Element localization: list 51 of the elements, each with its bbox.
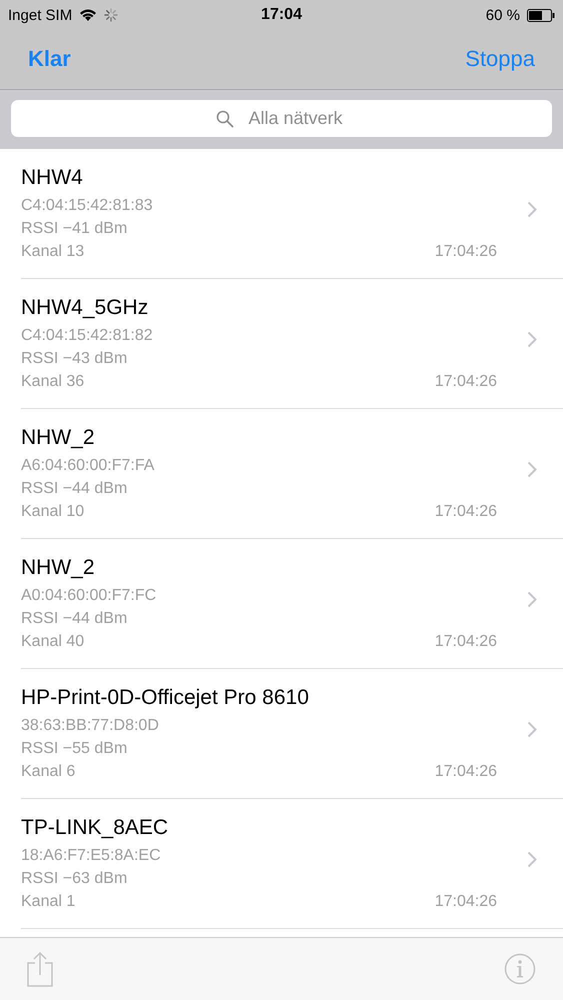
channel-text: Kanal 13 bbox=[21, 242, 84, 262]
clock: 17:04 bbox=[261, 6, 302, 24]
search-field[interactable]: Alla nätverk bbox=[11, 100, 552, 137]
carrier-label: Inget SIM bbox=[8, 6, 72, 24]
chevron-icon bbox=[527, 591, 537, 608]
wifi-icon bbox=[79, 8, 98, 22]
rssi-text: RSSI −43 dBm bbox=[21, 349, 128, 369]
timestamp: 17:04:26 bbox=[434, 502, 497, 522]
network-name: HP-Print-0D-Officejet Pro 8610 bbox=[21, 686, 310, 710]
chevron-icon bbox=[527, 721, 537, 738]
bssid-text: A0:04:60:00:F7:FC bbox=[21, 586, 158, 606]
timestamp: 17:04:26 bbox=[434, 632, 497, 652]
timestamp: 17:04:26 bbox=[434, 242, 497, 262]
battery-percent: 60 % bbox=[486, 6, 520, 24]
info-icon[interactable] bbox=[504, 953, 536, 985]
network-row[interactable]: NHW4 C4:04:15:42:81:83 RSSI −41 dBm Kanal 13 17:04:26 bbox=[21, 149, 563, 279]
channel-text: Kanal 10 bbox=[21, 502, 84, 522]
chevron-icon bbox=[527, 331, 537, 348]
rssi-text: RSSI −44 dBm bbox=[21, 479, 128, 499]
rssi-text: RSSI −63 dBm bbox=[21, 869, 128, 889]
battery-icon bbox=[527, 8, 555, 22]
network-row[interactable]: TP-LINK_8AEC 18:A6:F7:E5:8A:EC RSSI −63 dBm Kanal 1 17:04:26 bbox=[21, 799, 563, 929]
network-row[interactable]: NHW4_5GHz C4:04:15:42:81:82 RSSI −43 dBm Kanal 36 17:04:26 bbox=[21, 279, 563, 409]
rssi-text: RSSI −41 dBm bbox=[21, 219, 128, 239]
network-name: NHW_2 bbox=[21, 556, 96, 580]
network-name: NHW_2 bbox=[21, 426, 96, 450]
network-name: TP-LINK_8AEC bbox=[21, 816, 170, 840]
bssid-text: C4:04:15:42:81:82 bbox=[21, 326, 154, 346]
network-row[interactable]: NHW_2 A0:04:60:00:F7:FC RSSI −44 dBm Kanal 40 17:04:26 bbox=[21, 539, 563, 669]
timestamp: 17:04:26 bbox=[434, 762, 497, 782]
bssid-text: A6:04:60:00:F7:FA bbox=[21, 456, 156, 476]
timestamp: 17:04:26 bbox=[434, 892, 497, 912]
network-row[interactable]: HP-Print-0D-Officejet Pro 8610 38:63:BB:77:D8:0D RSSI −55 dBm Kanal 6 17:04:26 bbox=[21, 669, 563, 799]
network-name: NHW4_5GHz bbox=[21, 296, 150, 320]
chevron-icon bbox=[527, 851, 537, 868]
chevron-icon bbox=[527, 461, 537, 478]
bssid-text: C4:04:15:42:81:83 bbox=[21, 196, 154, 216]
timestamp: 17:04:26 bbox=[434, 372, 497, 392]
chevron-icon bbox=[527, 201, 537, 218]
bssid-text: 18:A6:F7:E5:8A:EC bbox=[21, 846, 162, 866]
channel-text: Kanal 36 bbox=[21, 372, 84, 392]
spinner-icon bbox=[104, 8, 118, 22]
bssid-text: 38:63:BB:77:D8:0D bbox=[21, 716, 160, 736]
channel-text: Kanal 1 bbox=[21, 892, 76, 912]
network-row[interactable]: NHW_2 A6:04:60:00:F7:FA RSSI −44 dBm Kanal 10 17:04:26 bbox=[21, 409, 563, 539]
rssi-text: RSSI −55 dBm bbox=[21, 739, 128, 759]
network-name: NHW4 bbox=[21, 166, 84, 190]
channel-text: Kanal 6 bbox=[21, 762, 76, 782]
rssi-text: RSSI −44 dBm bbox=[21, 609, 128, 629]
share-icon[interactable] bbox=[26, 951, 54, 987]
channel-text: Kanal 40 bbox=[21, 632, 84, 652]
